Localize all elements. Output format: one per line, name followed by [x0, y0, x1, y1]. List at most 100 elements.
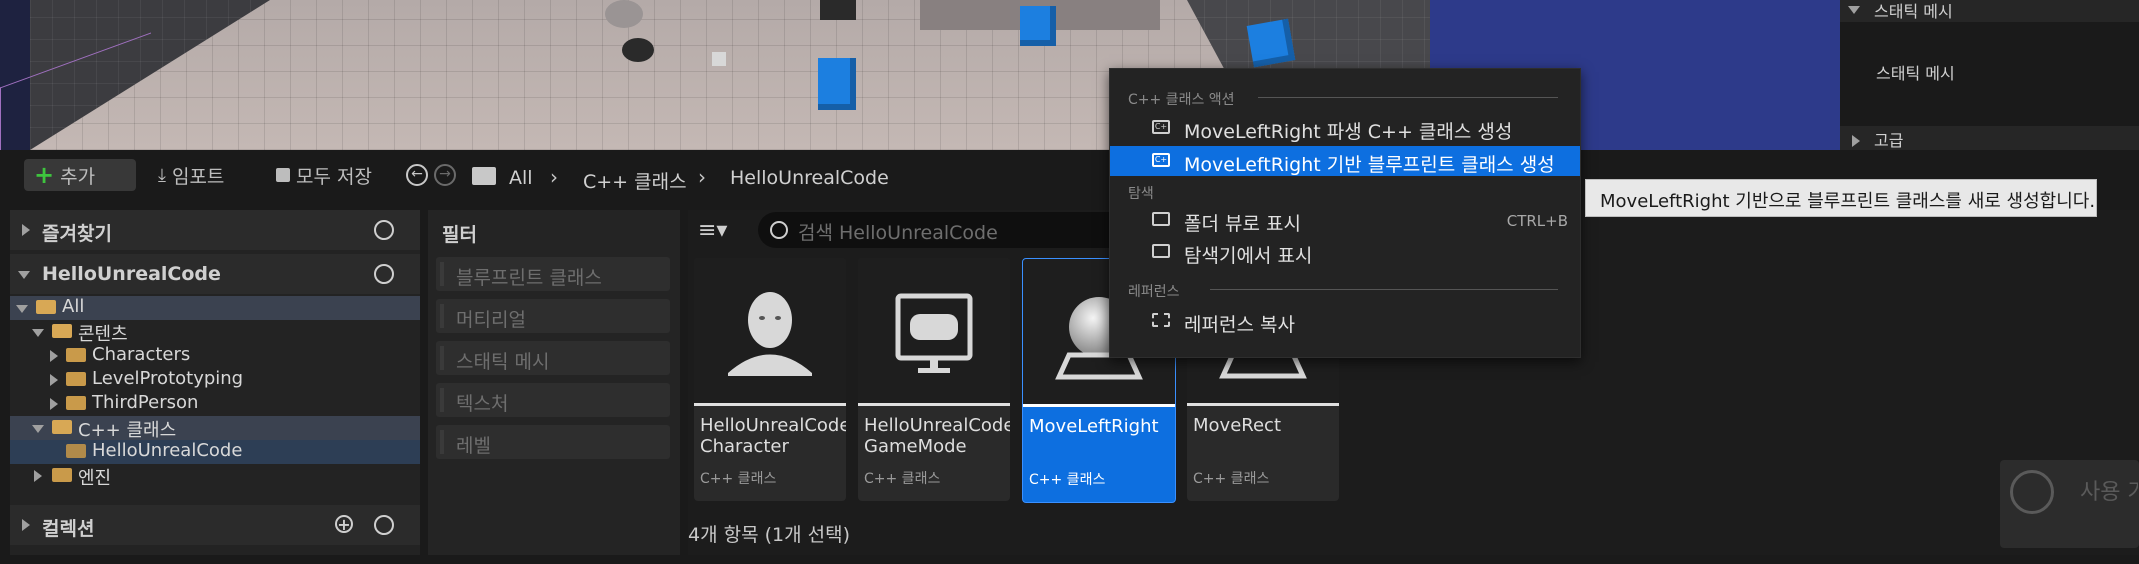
- asset-name: MoveRect: [1193, 415, 1281, 436]
- menu-item-show-in-folder-view[interactable]: 폴더 뷰로 표시 CTRL+B: [1110, 205, 1580, 235]
- tree-item-label: HelloUnrealCode: [92, 440, 243, 461]
- tree-item-thirdperson[interactable]: ThirdPerson: [10, 392, 420, 416]
- folder-icon: [66, 372, 86, 386]
- filter-icon[interactable]: ≡▾: [698, 218, 727, 243]
- import-button[interactable]: ⤓ 임포트: [148, 159, 268, 191]
- tree-item-label: C++ 클래스: [78, 420, 177, 441]
- folder-icon: [66, 396, 86, 410]
- back-arrow-icon[interactable]: ←: [406, 164, 428, 186]
- asset-type: C++ 클래스: [1193, 471, 1270, 487]
- filter-item[interactable]: 블루프린트 클래스: [436, 257, 670, 291]
- filter-item-label: 레벨: [456, 435, 491, 457]
- breadcrumb-cpp-classes[interactable]: C++ 클래스: [583, 167, 687, 194]
- project-label: HelloUnrealCode: [42, 263, 221, 285]
- search-icon[interactable]: [374, 264, 394, 284]
- project-header[interactable]: HelloUnrealCode: [10, 254, 420, 294]
- details-section-advanced[interactable]: 고급: [1840, 126, 2139, 150]
- menu-item-copy-reference[interactable]: 레퍼런스 복사: [1110, 306, 1580, 336]
- chevron-right-icon: [22, 224, 30, 236]
- asset-name: HelloUnrealCode GameMode: [864, 415, 1010, 457]
- filter-title: 필터: [442, 224, 477, 246]
- menu-item-label: 폴더 뷰로 표시: [1184, 213, 1301, 235]
- save-all-button-label: 모두 저장: [296, 165, 372, 188]
- folder-open-icon: [36, 300, 56, 314]
- asset-tile[interactable]: HelloUnrealCode GameMode C++ 클래스: [858, 258, 1010, 501]
- details-panel: 스태틱 메시 스태틱 메시 고급: [1840, 0, 2139, 150]
- unreal-watermark: 사용 가: [2000, 460, 2139, 548]
- details-section-static-mesh[interactable]: 스태틱 메시: [1840, 0, 2139, 22]
- search-icon[interactable]: [374, 515, 394, 535]
- chevron-right-icon: [1852, 135, 1860, 147]
- menu-item-create-blueprint-based[interactable]: C+ MoveLeftRight 기반 블루프린트 클래스 생성: [1110, 146, 1580, 176]
- add-collection-icon[interactable]: +: [335, 515, 353, 533]
- save-all-button[interactable]: 모두 저장: [266, 159, 402, 191]
- breadcrumb-hellounrealcode[interactable]: HelloUnrealCode: [730, 167, 889, 189]
- viewport-blue-cube: [1246, 18, 1296, 68]
- save-icon: [276, 168, 290, 182]
- chevron-right-icon: [50, 350, 58, 362]
- menu-item-create-cpp-derived[interactable]: C+ MoveLeftRight 파생 C++ 클래스 생성: [1110, 113, 1580, 143]
- sources-panel: 즐겨찾기 HelloUnrealCode All 콘텐츠 Characters …: [10, 210, 420, 555]
- menu-item-label: MoveLeftRight 기반 블루프린트 클래스 생성: [1184, 154, 1555, 176]
- breadcrumb-all[interactable]: All: [509, 167, 533, 189]
- level-viewport[interactable]: 스태틱 메시 스태틱 메시 고급: [0, 0, 2139, 150]
- add-button-label: 추가: [60, 165, 96, 188]
- menu-divider: [1258, 97, 1558, 98]
- chevron-down-icon: [16, 305, 28, 313]
- filter-item[interactable]: 스태틱 메시: [436, 341, 670, 375]
- filter-item[interactable]: 텍스처: [436, 383, 670, 417]
- viewport-light-icon: [712, 52, 726, 66]
- viewport-cylinder-dark: [622, 38, 654, 62]
- asset-tile[interactable]: HelloUnrealCode Character C++ 클래스: [694, 258, 846, 501]
- folder-open-icon: [52, 420, 72, 434]
- tree-item-all[interactable]: All: [10, 296, 420, 320]
- chevron-right-icon: [50, 398, 58, 410]
- favorites-header[interactable]: 즐겨찾기: [10, 210, 420, 250]
- context-menu: C++ 클래스 액션 C+ MoveLeftRight 파생 C++ 클래스 생…: [1109, 68, 1581, 358]
- plus-icon: +: [34, 161, 55, 189]
- copy-reference-icon: [1152, 313, 1170, 327]
- viewport-cylinder: [605, 0, 643, 28]
- chevron-down-icon: [32, 425, 44, 433]
- details-section-label: 고급: [1874, 131, 1904, 150]
- search-placeholder: 검색 HelloUnrealCode: [798, 222, 998, 244]
- chevron-right-icon: [22, 519, 30, 531]
- tooltip-text: MoveLeftRight 기반으로 블루프린트 클래스를 새로 생성합니다.: [1600, 191, 2096, 212]
- asset-thumbnail: [694, 258, 846, 403]
- tree-item-hellounrealcode[interactable]: HelloUnrealCode: [10, 440, 420, 464]
- menu-item-label: 레퍼런스 복사: [1184, 314, 1295, 336]
- breadcrumb-separator-icon: ›: [698, 165, 706, 189]
- filter-item[interactable]: 머티리얼: [436, 299, 670, 333]
- tree-item-levelprototyping[interactable]: LevelPrototyping: [10, 368, 420, 392]
- menu-section-references: 레퍼런스: [1128, 284, 1180, 300]
- add-button[interactable]: + 추가: [24, 159, 136, 191]
- menu-item-show-in-explorer[interactable]: 탐색기에서 표시: [1110, 237, 1580, 267]
- character-icon: [728, 292, 812, 376]
- asset-type: C++ 클래스: [700, 471, 777, 487]
- viewport-blue-cube: [818, 58, 856, 110]
- explorer-icon: [1152, 244, 1170, 258]
- tree-item-label: All: [62, 296, 85, 317]
- collections-label: 컬렉션: [42, 518, 95, 540]
- tree-item-engine[interactable]: 엔진: [10, 464, 420, 489]
- collections-header[interactable]: 컬렉션 +: [10, 505, 420, 545]
- forward-arrow-icon[interactable]: →: [434, 164, 456, 186]
- tree-item-content[interactable]: 콘텐츠: [10, 320, 420, 345]
- filter-item[interactable]: 레벨: [436, 425, 670, 459]
- filter-item-label: 스태틱 메시: [456, 351, 550, 373]
- folder-icon[interactable]: [472, 167, 496, 185]
- asset-thumbnail: [858, 258, 1010, 403]
- chevron-right-icon: [50, 374, 58, 386]
- tree-item-label: 엔진: [78, 468, 112, 489]
- details-row-label: 스태틱 메시: [1876, 64, 1955, 83]
- folder-view-icon: [1152, 212, 1170, 226]
- viewport-block: [820, 0, 856, 20]
- search-input[interactable]: 검색 HelloUnrealCode: [758, 212, 1158, 248]
- details-section-label: 스태틱 메시: [1874, 2, 1953, 21]
- search-icon[interactable]: [374, 220, 394, 240]
- tree-item-characters[interactable]: Characters: [10, 344, 420, 368]
- filter-item-label: 머티리얼: [456, 309, 526, 331]
- tree-item-cpp-classes[interactable]: C++ 클래스: [10, 416, 420, 441]
- cpp-class-icon: C+: [1152, 153, 1170, 167]
- import-icon: ⤓: [158, 164, 166, 186]
